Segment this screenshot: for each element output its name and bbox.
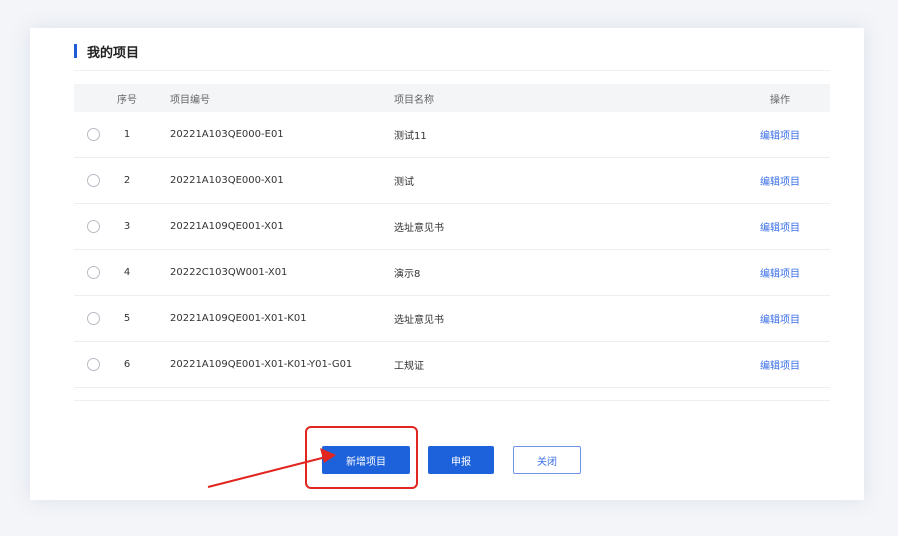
pointer-arrow-icon bbox=[207, 448, 336, 488]
